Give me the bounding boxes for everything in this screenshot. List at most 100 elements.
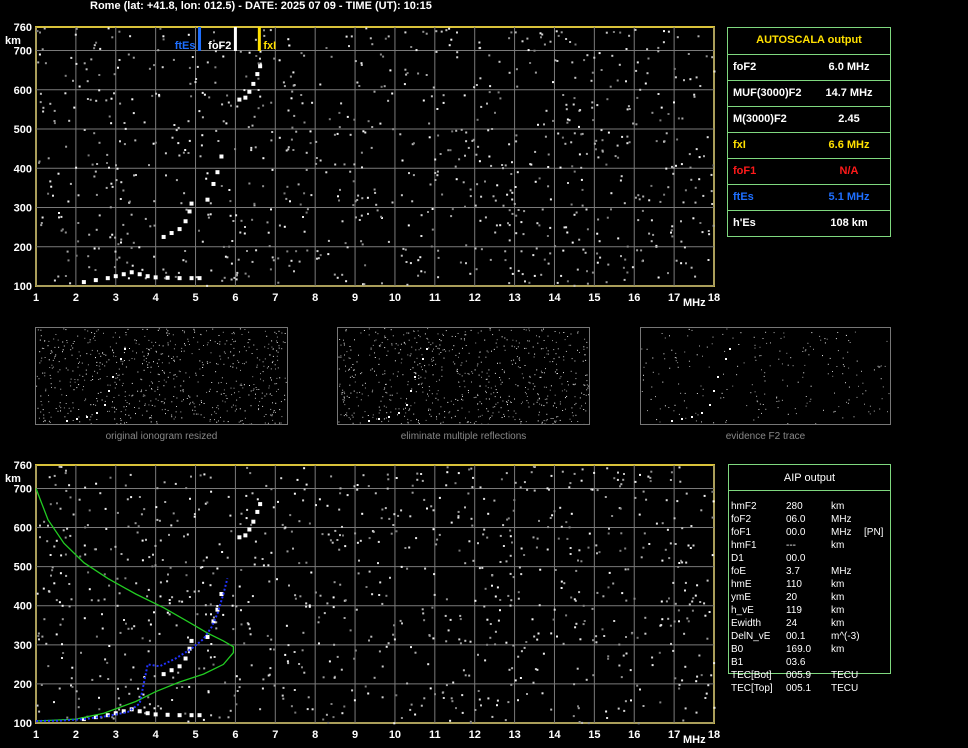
thumb-noise [824, 338, 826, 340]
noise-pixel [170, 524, 173, 527]
noise-pixel [549, 198, 552, 201]
thumb-noise [356, 392, 358, 394]
thumb-noise [431, 350, 433, 352]
noise-pixel [214, 66, 217, 69]
thumb-noise [90, 416, 92, 418]
noise-pixel [314, 591, 317, 594]
noise-pixel [294, 597, 297, 600]
noise-pixel [229, 709, 232, 712]
thumb-trace-point [368, 420, 370, 422]
thumb-noise [725, 421, 727, 423]
noise-pixel [240, 569, 243, 571]
thumb-noise [396, 392, 398, 394]
noise-pixel [69, 182, 72, 185]
thumb-noise [880, 365, 882, 367]
thumb-noise [163, 385, 165, 387]
noise-pixel [303, 121, 306, 124]
thumb-noise [278, 330, 280, 332]
noise-pixel [436, 538, 439, 541]
noise-pixel [235, 278, 238, 281]
thumb-noise [72, 420, 74, 421]
thumb-noise [124, 391, 126, 393]
trace-point [93, 278, 98, 283]
thumb-noise [180, 390, 182, 392]
thumb-noise [695, 420, 697, 422]
thumb-noise [55, 408, 57, 409]
noise-pixel [162, 35, 165, 38]
noise-pixel [53, 120, 56, 122]
thumb-noise [437, 399, 439, 401]
thumb-noise [779, 350, 781, 352]
aip-value: 110 [786, 579, 802, 590]
noise-pixel [288, 44, 291, 47]
noise-pixel [232, 628, 235, 631]
noise-pixel [148, 556, 151, 559]
thumb-noise [164, 398, 166, 400]
noise-pixel [574, 76, 577, 79]
noise-pixel [687, 544, 690, 547]
noise-pixel [209, 202, 212, 205]
thumb-noise [41, 347, 43, 349]
noise-pixel [384, 37, 387, 40]
noise-pixel [85, 68, 88, 71]
aip-name: hmE [731, 579, 752, 590]
noise-pixel [657, 46, 660, 49]
thumb-noise [338, 368, 340, 370]
noise-pixel [571, 61, 574, 64]
thumb-noise [214, 341, 216, 343]
thumb-noise [378, 358, 380, 360]
thumb-noise [36, 385, 38, 387]
thumb-noise [481, 414, 483, 416]
noise-pixel [119, 140, 121, 143]
thumb-noise [524, 347, 526, 349]
thumb-noise [82, 389, 84, 391]
noise-pixel [685, 561, 688, 564]
thumb-noise [276, 377, 278, 379]
x-tick-label: 9 [352, 729, 358, 741]
noise-pixel [198, 667, 201, 670]
noise-pixel [511, 161, 513, 164]
thumb-noise [248, 331, 250, 333]
thumb-noise [154, 390, 156, 392]
thumb-noise [51, 364, 53, 366]
thumb-noise [484, 339, 486, 341]
noise-pixel [526, 693, 528, 695]
thumb-noise [67, 369, 69, 371]
noise-pixel [218, 543, 221, 546]
noise-pixel [423, 498, 426, 501]
thumb-noise [439, 344, 441, 346]
noise-pixel [38, 710, 41, 713]
noise-pixel [135, 174, 137, 176]
thumb-noise [171, 358, 173, 359]
thumb-noise [348, 408, 350, 410]
noise-pixel [172, 676, 175, 679]
thumb-noise [48, 359, 50, 361]
noise-pixel [209, 603, 212, 606]
noise-pixel [473, 86, 476, 89]
noise-pixel [507, 594, 510, 597]
thumb-trace-point [701, 412, 703, 414]
thumb-noise [410, 405, 412, 407]
noise-pixel [432, 509, 435, 512]
thumb-noise [810, 398, 812, 400]
thumb-noise [268, 385, 270, 387]
thumb-noise [161, 370, 163, 371]
noise-pixel [355, 608, 358, 611]
thumb-noise [658, 373, 660, 375]
noise-pixel [464, 506, 466, 509]
noise-pixel [397, 514, 400, 517]
thumb-noise [107, 410, 108, 412]
thumb-noise [508, 395, 510, 397]
thumb-noise [279, 422, 281, 424]
noise-pixel [450, 697, 453, 700]
trace-point [105, 276, 110, 281]
noise-pixel [43, 520, 46, 523]
thumb-noise [345, 414, 347, 415]
x-tick-label: 10 [389, 292, 401, 304]
noise-pixel [349, 133, 352, 136]
noise-pixel [705, 55, 708, 58]
thumb-noise [410, 353, 412, 355]
thumb-noise [538, 336, 540, 338]
thumb-noise [278, 345, 280, 347]
noise-pixel [409, 262, 412, 265]
